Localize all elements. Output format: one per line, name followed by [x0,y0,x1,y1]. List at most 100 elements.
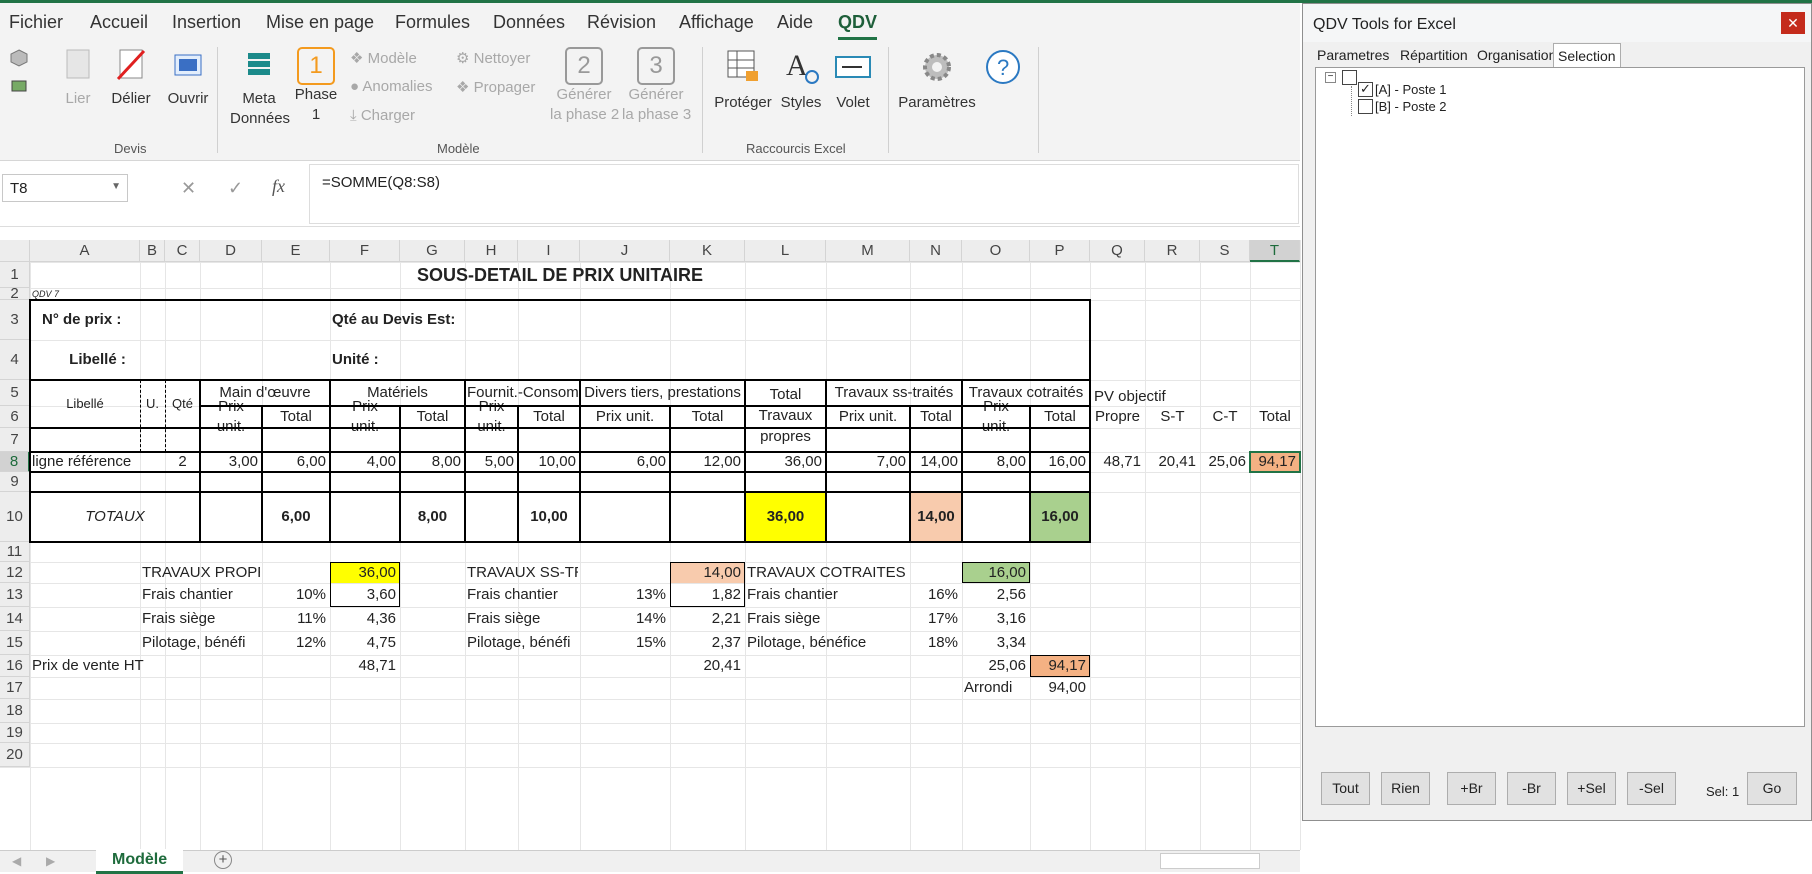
column-header[interactable]: R [1145,240,1200,262]
cell-value[interactable]: 25,06 [1202,452,1248,472]
tab-organisation[interactable]: Organisation [1473,43,1560,67]
arrondi-value[interactable]: 94,00 [1032,677,1088,699]
totaux-value[interactable]: 6,00 [264,492,328,542]
parametres-button[interactable]: Paramètres [898,47,976,113]
generer-phase2-button[interactable]: 2 Générer la phase 2 [550,47,619,125]
summary-label[interactable]: Frais siège [467,607,578,631]
row-header[interactable]: 17 [0,677,30,699]
poste1-checkbox[interactable]: ✓ [1358,82,1373,97]
header-total[interactable]: Total [1032,406,1088,428]
header-prix-unit[interactable]: Prix unit. [828,406,908,428]
column-header[interactable]: K [670,240,745,262]
column-header[interactable]: P [1030,240,1090,262]
menu-qdv[interactable]: QDV [838,12,878,40]
header-total[interactable]: Total [520,406,578,428]
cell-value[interactable]: 8,00 [402,452,463,472]
header-libelle[interactable]: Libellé [32,380,138,428]
header-u[interactable]: U. [142,380,163,428]
root-checkbox[interactable] [1342,70,1357,85]
menu-insertion[interactable]: Insertion [172,12,241,33]
prev-sheet-icon[interactable]: ◀ [12,854,21,868]
anomalies-button[interactable]: ● Anomalies [350,78,432,95]
summary-percent[interactable]: 15% [582,631,668,655]
header-prix-unit[interactable]: Prixunit. [202,397,260,437]
row-header[interactable]: 18 [0,699,30,723]
header-propre[interactable]: Propre [1092,406,1143,428]
summary-value[interactable]: 2,37 [672,631,743,655]
header-prix-unit[interactable]: Prix unit. [582,406,668,428]
cell-libelle[interactable]: ligne référence [32,452,163,472]
cell-value[interactable]: 7,00 [828,452,908,472]
header-ct[interactable]: C-T [1202,406,1248,428]
column-header[interactable]: I [518,240,580,262]
confirm-icon[interactable]: ✓ [228,178,243,199]
row-header[interactable]: 3 [0,300,30,340]
menu-accueil[interactable]: Accueil [90,12,148,33]
delier-button[interactable]: Délier [108,47,154,109]
summary-value[interactable]: 3,34 [964,631,1028,655]
menu-mise-en-page[interactable]: Mise en page [266,12,374,33]
cancel-icon[interactable]: ✕ [181,178,196,199]
header-total[interactable]: Total [912,406,960,428]
header-prix-unit[interactable]: Prixunit. [332,397,398,437]
summary-label[interactable]: Frais chantier [142,583,260,607]
formula-input[interactable]: =SOMME(Q8:S8) [309,164,1299,224]
totaux-value[interactable]: 36,00 [747,492,824,542]
summary-value[interactable]: 4,75 [332,631,398,655]
menu-affichage[interactable]: Affichage [679,12,754,33]
cell-value[interactable]: 6,00 [264,452,328,472]
menu-fichier[interactable]: Fichier [9,12,63,33]
proteger-button[interactable]: Protéger [712,47,774,113]
column-header[interactable]: D [200,240,262,262]
tree-item-poste2[interactable]: [B] - Poste 2 [1375,99,1447,114]
summary-total[interactable]: 20,41 [672,655,743,677]
cell-value[interactable]: 12,00 [672,452,743,472]
label-unite[interactable]: Unité : [332,340,463,380]
menu-donnees[interactable]: Données [493,12,565,33]
summary-total[interactable]: 25,06 [964,655,1028,677]
totaux-value[interactable]: 16,00 [1032,492,1088,542]
select-all-corner[interactable] [0,240,30,262]
cell-value[interactable]: 16,00 [1032,452,1088,472]
minus-br-button[interactable]: -Br [1507,772,1556,805]
header-prix-unit[interactable]: Prixunit. [964,397,1028,437]
styles-button[interactable]: A Styles [778,47,824,113]
column-header[interactable]: Q [1090,240,1145,262]
tab-parametres[interactable]: Parametres [1313,43,1393,67]
horizontal-scrollbar[interactable] [1160,853,1260,869]
menu-aide[interactable]: Aide [777,12,813,33]
cell-value[interactable]: 14,00 [912,452,960,472]
cell-value[interactable]: 6,00 [582,452,668,472]
summary-label[interactable]: Frais chantier [747,583,908,607]
column-header[interactable]: M [826,240,910,262]
row-header[interactable]: 2 [0,286,30,301]
tab-repartition[interactable]: Répartition [1396,43,1472,67]
row-header[interactable]: 7 [0,428,30,452]
column-header[interactable]: E [262,240,330,262]
totaux-value[interactable]: 8,00 [402,492,463,542]
header-total[interactable]: Total [1252,406,1298,428]
summary-value[interactable]: 2,21 [672,607,743,631]
summary-label[interactable]: Pilotage, bénéfice [747,631,908,655]
summary-label[interactable]: Pilotage, bénéfi [142,631,260,655]
header-total-travaux-propres[interactable]: Total Travaux propres [745,384,826,454]
summary-percent[interactable]: 11% [264,607,328,631]
generer-phase3-button[interactable]: 3 Générer la phase 3 [622,47,691,125]
row-header[interactable]: 5 [0,380,30,406]
ouvrir-button[interactable]: Ouvrir [162,47,214,109]
next-sheet-icon[interactable]: ▶ [46,854,55,868]
spreadsheet-grid[interactable]: A B C D E F G H I J K L M N O P Q R S T 1 2 3 4 5 6 7 8 9 10 11 12 13 14 1… [0,240,1301,850]
summary-title[interactable]: TRAVAUX COTRAITES [747,562,908,583]
header-prix-unit[interactable]: Prixunit. [467,397,516,437]
cell-value[interactable]: 3,00 [202,452,260,472]
poste2-checkbox[interactable] [1358,99,1373,114]
summary-percent[interactable]: 18% [912,631,960,655]
prix-vente-ht-label[interactable]: Prix de vente HT [32,655,163,677]
row-header[interactable]: 11 [0,542,30,562]
lier-button[interactable]: Lier [58,47,98,109]
header-total[interactable]: Total [264,406,328,428]
summary-title[interactable]: TRAVAUX SS-TRAITES [467,562,578,583]
cell-value[interactable]: 48,71 [1092,452,1143,472]
cell-value[interactable]: 5,00 [467,452,516,472]
column-header[interactable]: B [140,240,165,262]
